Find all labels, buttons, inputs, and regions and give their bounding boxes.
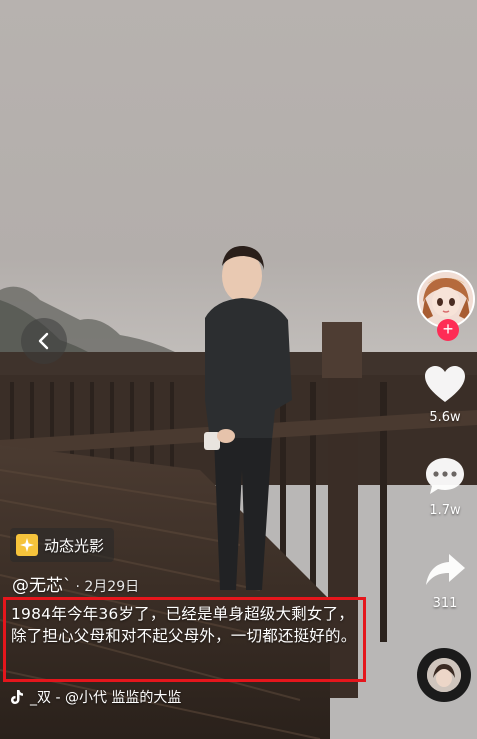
author-name[interactable]: @无芯`	[12, 576, 72, 596]
tiktok-note-icon	[11, 690, 23, 704]
music-line[interactable]: _双 - @小代 监监的大监	[10, 687, 181, 707]
comment-count: 1.7w	[429, 503, 461, 518]
comment-bubble-icon	[426, 458, 464, 494]
like-count: 5.6w	[429, 410, 461, 425]
plus-icon: +	[442, 319, 454, 339]
effect-badge-label: 动态光影	[44, 536, 105, 555]
chevron-left-icon	[38, 332, 49, 350]
back-button[interactable]	[21, 318, 67, 364]
share-button[interactable]: 311	[413, 550, 477, 611]
like-button[interactable]: 5.6w	[413, 364, 477, 425]
effect-sparkle-icon	[16, 534, 38, 556]
effect-badge[interactable]: 动态光影	[10, 528, 115, 562]
comment-button[interactable]: 1.7w	[413, 455, 477, 518]
post-date: · 2月29日	[75, 579, 140, 595]
follow-button[interactable]: +	[437, 319, 459, 341]
video-caption[interactable]: 1984年今年36岁了，已经是单身超级大剩女了，除了担心父母和对不起父母外，一切…	[11, 603, 361, 647]
author-avatar[interactable]: +	[417, 270, 475, 341]
music-disc[interactable]	[417, 648, 471, 702]
music-disc-cover	[427, 658, 461, 692]
share-arrow-icon	[426, 554, 465, 585]
heart-icon	[425, 366, 465, 402]
music-title: _双 - @小代 监监的大监	[30, 690, 182, 706]
share-count: 311	[432, 596, 458, 611]
author-line: @无芯` · 2月29日	[12, 571, 139, 596]
